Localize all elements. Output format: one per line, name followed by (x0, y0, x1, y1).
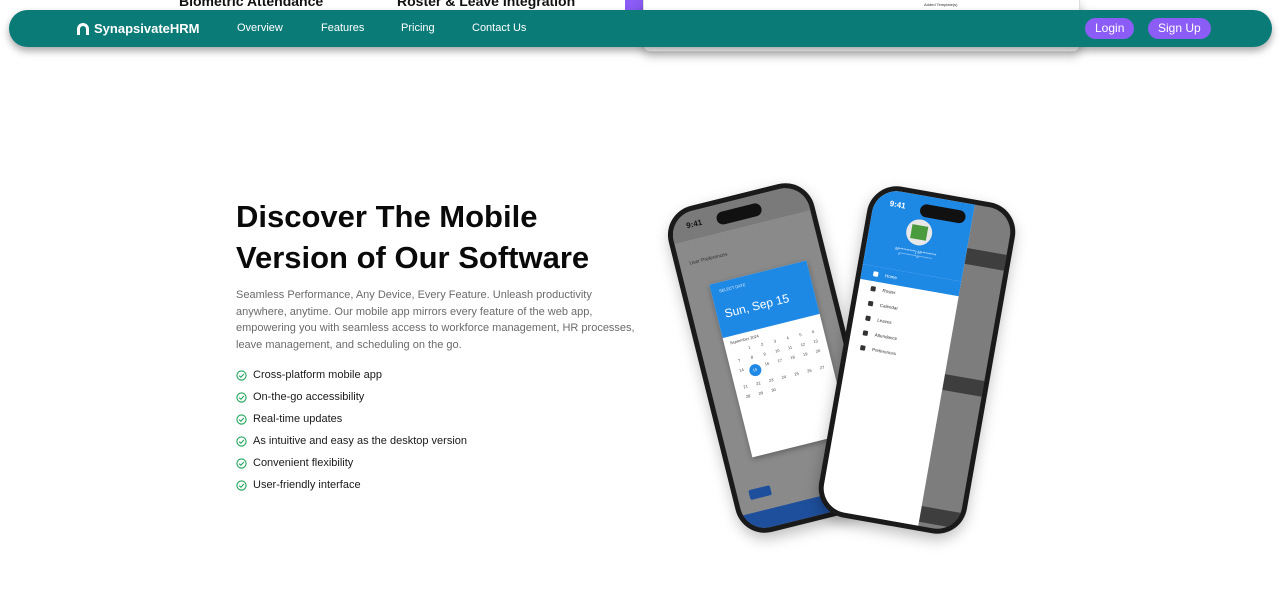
screen-title: User Preferences (688, 251, 729, 267)
roster-icon (870, 285, 877, 292)
date-picker-selected: Sun, Sep 15 (723, 291, 791, 321)
signup-button[interactable]: Sign Up (1148, 18, 1211, 39)
brand-name: SynapsivateHRM (94, 21, 200, 36)
calendar-day: 25 (793, 370, 800, 377)
check-circle-icon (236, 391, 247, 403)
nav-drawer: M***********j M********** g*************… (819, 187, 975, 526)
app-bar (942, 374, 995, 399)
check-circle-icon (236, 435, 247, 447)
login-button[interactable]: Login (1085, 18, 1135, 39)
calendar-day: 13 (812, 338, 819, 345)
drawer-item-label: Roster (882, 287, 897, 296)
check-circle-icon (236, 479, 247, 491)
calendar-day: 28 (745, 393, 751, 400)
drawer-item-label: Home (884, 273, 898, 281)
calendar-day: 12 (800, 341, 806, 348)
drawer-item-label: Preferences (871, 347, 897, 357)
feature-label: Real-time updates (253, 413, 343, 425)
calendar-day: 21 (742, 383, 749, 390)
brand-arch-icon (77, 22, 89, 35)
nav-link-overview[interactable]: Overview (237, 10, 283, 47)
calendar-day: 11 (787, 344, 793, 351)
calendar-day: 23 (768, 377, 774, 384)
peek-title-roster: Roster & Leave Integration (397, 0, 576, 9)
nav-link-features[interactable]: Features (321, 10, 364, 47)
drawer-item-label: Leaves (876, 317, 893, 325)
feature-item: Convenient flexibility (236, 452, 467, 474)
calendar-day: 22 (755, 380, 762, 387)
app-bar (964, 248, 1015, 273)
phone-mockup-drawer: 9:41 M***********j M********** g********… (813, 181, 1021, 539)
check-circle-icon (236, 413, 247, 425)
calendar-day: 30 (770, 386, 777, 393)
feature-item: Real-time updates (236, 408, 467, 430)
nav-link-contact[interactable]: Contact Us (472, 10, 526, 47)
peek-card-text: Added Template(s) (924, 2, 958, 7)
save-button (748, 485, 773, 501)
feature-label: Cross-platform mobile app (253, 369, 382, 381)
calendar-day: 24 (781, 373, 787, 380)
hero-description: Seamless Performance, Any Device, Every … (236, 289, 635, 351)
feature-item: On-the-go accessibility (236, 386, 467, 408)
phone-screen: 9:41 M***********j M********** g********… (819, 187, 1015, 533)
feature-list: Cross-platform mobile app On-the-go acce… (236, 364, 467, 496)
feature-label: Convenient flexibility (253, 457, 354, 469)
calendar-icon (867, 300, 874, 307)
people-icon (859, 345, 866, 351)
hero-headline-line2: Version of Our Software (236, 240, 590, 275)
feature-label: As intuitive and easy as the desktop ver… (253, 435, 468, 447)
calendar-day: 27 (819, 364, 825, 371)
calendar-day: 9 (762, 351, 767, 357)
check-circle-icon (236, 457, 247, 469)
calendar-day: 7 (737, 357, 741, 363)
peek-accent-bar (625, 0, 643, 10)
calendar-day: 14 (738, 367, 745, 373)
feature-label: On-the-go accessibility (253, 391, 365, 403)
app-bar (918, 506, 971, 531)
home-icon (872, 271, 879, 277)
peek-title-biometric: Biometric Attendance (179, 0, 324, 9)
feature-label: User-friendly interface (253, 479, 361, 491)
check-circle-icon (236, 369, 247, 381)
feature-item: As intuitive and easy as the desktop ver… (236, 430, 467, 452)
person-icon (865, 315, 871, 322)
feature-item: Cross-platform mobile app (236, 364, 467, 386)
calendar-day: 26 (806, 367, 813, 374)
calendar-day: 10 (774, 347, 781, 354)
fingerprint-icon (862, 330, 869, 337)
nav-link-pricing[interactable]: Pricing (401, 10, 435, 47)
calendar-day: 8 (750, 354, 754, 360)
calendar-day: 20 (815, 347, 821, 354)
calendar-day: 29 (757, 390, 764, 396)
drawer-item-label: Attendance (874, 332, 898, 342)
hero-headline: Discover The Mobile Version of Our Softw… (236, 196, 656, 278)
hero-headline-line1: Discover The Mobile (236, 199, 538, 234)
drawer-item-label: Calendar (879, 302, 899, 311)
feature-item: User-friendly interface (236, 474, 467, 496)
top-navbar: SynapsivateHRM Overview Features Pricing… (9, 10, 1272, 47)
avatar (904, 217, 935, 248)
brand-logo[interactable]: SynapsivateHRM (75, 10, 199, 47)
